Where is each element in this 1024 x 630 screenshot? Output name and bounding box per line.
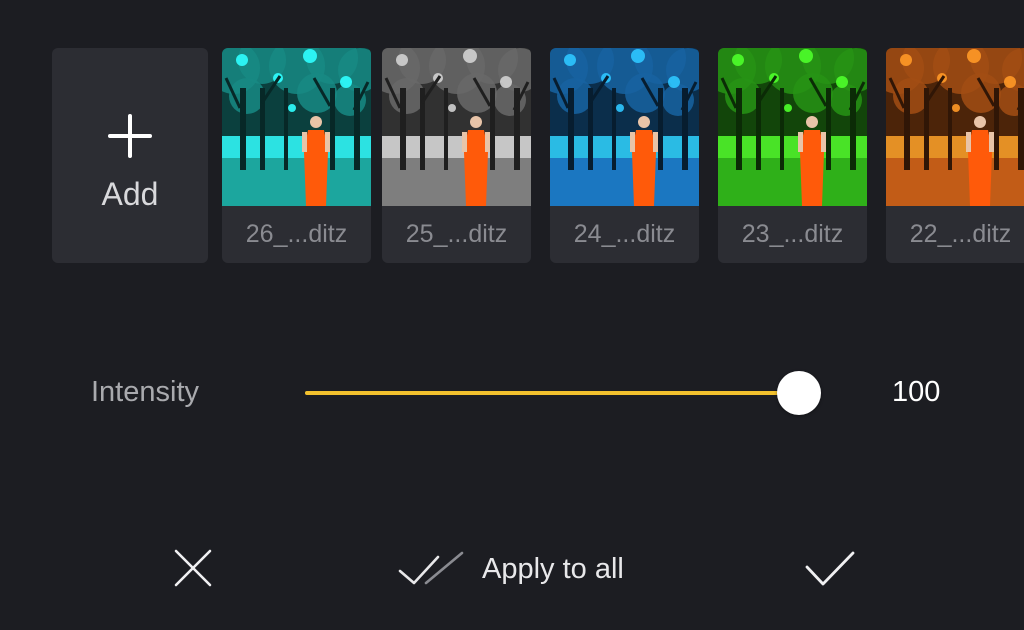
add-filter-button[interactable]: Add [52,48,208,263]
filter-tile[interactable]: 25_...ditz [382,48,531,263]
slider-fill [305,391,799,395]
intensity-slider[interactable] [305,371,821,415]
plus-icon [108,114,152,158]
double-check-icon [398,551,464,585]
filter-name: 26_...ditz [245,220,348,248]
filter-strip[interactable]: Add 26_...ditz 25_...ditz 24_...ditz 23_… [52,48,1024,263]
add-filter-label: Add [101,176,159,212]
cancel-button[interactable] [172,547,214,589]
filter-thumbnail [550,48,699,206]
filter-thumbnail [718,48,867,206]
filter-tile[interactable]: 24_...ditz [550,48,699,263]
filter-thumbnail [222,48,371,206]
checkmark-icon [805,551,855,586]
slider-thumb[interactable] [777,371,821,415]
confirm-button[interactable] [804,549,856,589]
intensity-value: 100 [892,376,941,408]
apply-to-all-label: Apply to all [482,552,624,585]
filter-tile[interactable]: 26_...ditz [222,48,371,263]
filter-name: 23_...ditz [741,220,844,248]
intensity-label: Intensity [91,376,199,408]
filter-editor-panel: Add 26_...ditz 25_...ditz 24_...ditz 23_… [0,0,1024,630]
filter-tile[interactable]: 23_...ditz [718,48,867,263]
filter-thumbnail [382,48,531,206]
filter-name: 22_...ditz [909,220,1012,248]
filter-tile[interactable]: 22_...ditz [886,48,1024,263]
close-icon [174,549,212,587]
filter-name: 24_...ditz [573,220,676,248]
filter-thumbnail [886,48,1024,206]
apply-to-all-button[interactable]: Apply to all [398,548,624,590]
filter-name: 25_...ditz [405,220,508,248]
